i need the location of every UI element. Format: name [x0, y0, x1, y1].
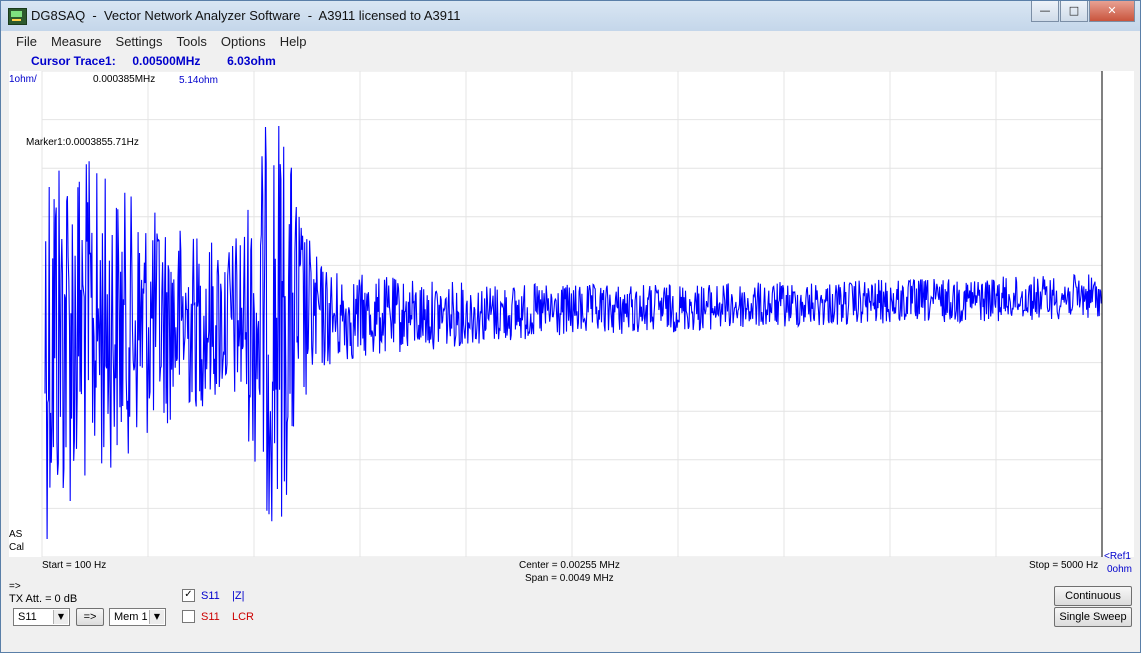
- dropdown-arrow-icon: ▼: [149, 610, 164, 624]
- trace2-checkbox[interactable]: [182, 610, 195, 623]
- window-title: DG8SAQ - Vector Network Analyzer Softwar…: [31, 8, 461, 23]
- single-sweep-button[interactable]: Single Sweep: [1054, 607, 1132, 627]
- trace2-mode[interactable]: LCR: [232, 611, 254, 623]
- top-value-label: 5.14ohm: [179, 75, 218, 86]
- menu-tools[interactable]: Tools: [170, 31, 214, 51]
- app-window: DG8SAQ - Vector Network Analyzer Softwar…: [0, 0, 1141, 653]
- start-freq-label: Start = 100 Hz: [42, 560, 107, 571]
- cal-label: Cal: [9, 542, 25, 553]
- trace1-param[interactable]: S11: [201, 590, 220, 602]
- menu-help[interactable]: Help: [273, 31, 314, 51]
- maximize-button[interactable]: □: [1060, 1, 1088, 22]
- trace1-checkbox[interactable]: ✓: [182, 589, 195, 602]
- ref-value: 0ohm: [1107, 564, 1133, 575]
- plot-area[interactable]: 1ohm/ 0.000385MHz 5.14ohm Marker1:0.0003…: [9, 71, 1134, 557]
- stop-freq-label: Stop = 5000 Hz: [1029, 560, 1099, 571]
- marker1-label: Marker1:0.0003855.71Hz: [26, 137, 139, 148]
- copy-to-mem-button[interactable]: =>: [76, 608, 104, 626]
- cursor-label: Cursor Trace1:: [31, 54, 116, 68]
- menu-options[interactable]: Options: [214, 31, 273, 51]
- menu-bar: File Measure Settings Tools Options Help: [9, 31, 1134, 51]
- continuous-button[interactable]: Continuous: [1054, 586, 1132, 606]
- trace2-param[interactable]: S11: [201, 611, 220, 623]
- menu-file[interactable]: File: [9, 31, 44, 51]
- cursor-freq: 0.00500MHz: [132, 54, 201, 68]
- trace1-line: [44, 125, 1102, 540]
- tx-att-label: TX Att. = 0 dB: [9, 593, 78, 605]
- as-label: AS: [9, 529, 23, 540]
- cursor-value: 6.03ohm: [227, 54, 276, 68]
- trace-plot[interactable]: [9, 71, 1134, 557]
- span-label: Span = 0.0049 MHz: [525, 573, 614, 584]
- title-bar[interactable]: DG8SAQ - Vector Network Analyzer Softwar…: [1, 1, 1140, 31]
- menu-settings[interactable]: Settings: [109, 31, 170, 51]
- cursor-readout: Cursor Trace1: 0.00500MHz 6.03ohm: [31, 54, 276, 68]
- menu-measure[interactable]: Measure: [44, 31, 109, 51]
- ref-label: <Ref1: [1104, 551, 1131, 562]
- trace1-mode[interactable]: |Z|: [232, 590, 244, 602]
- app-icon: [8, 8, 27, 25]
- dropdown-arrow-icon: ▼: [53, 610, 68, 624]
- close-button[interactable]: ✕: [1089, 1, 1135, 22]
- scale-label: 1ohm/: [9, 74, 37, 85]
- minimize-button[interactable]: —: [1031, 1, 1059, 22]
- memory-select[interactable]: Mem 1 ▼: [109, 608, 166, 626]
- center-freq-label: Center = 0.00255 MHz: [519, 560, 620, 571]
- arrow-indicator: =>: [9, 581, 21, 592]
- top-freq-label: 0.000385MHz: [93, 74, 156, 85]
- trace-param-select[interactable]: S11 ▼: [13, 608, 70, 626]
